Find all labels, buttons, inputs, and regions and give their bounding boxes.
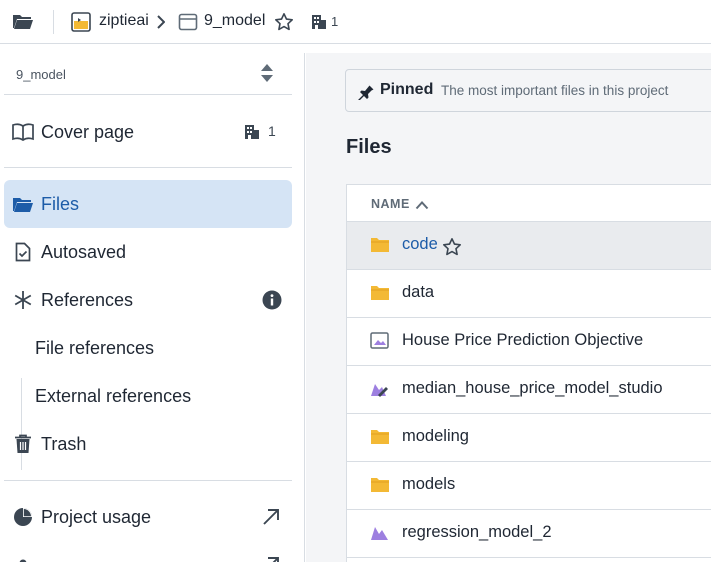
sort-asc-icon[interactable]: [415, 197, 429, 215]
file-check-icon: [12, 242, 34, 262]
sidebar-item-files[interactable]: Files: [4, 180, 292, 228]
folder-icon: [370, 428, 392, 446]
sidebar-divider: [4, 480, 292, 481]
table-row[interactable]: House Price Prediction Objective: [347, 318, 711, 366]
trash-icon: [12, 434, 34, 454]
table-header: NAME: [347, 185, 711, 222]
sidebar-item-references[interactable]: References: [4, 276, 292, 324]
breadcrumb-project[interactable]: 9_model: [204, 12, 265, 30]
page-title: Files: [346, 136, 392, 158]
pinned-section[interactable]: Pinned The most important files in this …: [345, 69, 711, 112]
file-name[interactable]: modeling: [402, 427, 469, 446]
sidebar-item-label: Project usage: [41, 506, 152, 527]
table-row[interactable]: models: [347, 462, 711, 510]
sort-icon[interactable]: [260, 63, 274, 88]
folder-icon: [370, 236, 392, 254]
cover-page-count: 1: [268, 123, 276, 139]
spaces-icon[interactable]: [311, 14, 327, 30]
sidebar-item-external-references[interactable]: External references: [20, 372, 292, 420]
external-link-icon[interactable]: [262, 508, 280, 531]
sidebar: 9_model Cover page 1 Files Autosaved Ref…: [0, 53, 305, 562]
model-studio-icon: [370, 380, 392, 398]
table-row[interactable]: median_house_price_model_studio: [347, 366, 711, 414]
sidebar-item-file-references[interactable]: File references: [20, 324, 292, 372]
table-row[interactable]: regression_model_2: [347, 510, 711, 558]
topbar-divider: [53, 10, 54, 34]
spaces-count: 1: [331, 14, 339, 29]
pinned-title: Pinned: [380, 81, 434, 98]
workspace-icon: [71, 12, 91, 32]
sidebar-divider: [4, 167, 292, 168]
pinned-description: The most important files in this project: [441, 83, 669, 98]
sidebar-item-trash[interactable]: Trash: [4, 420, 292, 468]
file-name[interactable]: code: [402, 235, 438, 254]
folder-open-icon: [12, 194, 34, 214]
main-panel: Pinned The most important files in this …: [306, 53, 711, 562]
sidebar-item-cover-page[interactable]: Cover page 1: [4, 108, 292, 156]
sidebar-item-project-usage[interactable]: Project usage: [4, 493, 292, 541]
chevron-right-icon: [157, 15, 165, 29]
breadcrumb-workspace[interactable]: ziptieai: [99, 12, 149, 30]
external-link-icon[interactable]: [262, 556, 280, 562]
file-name[interactable]: data: [402, 283, 434, 302]
pie-chart-icon: [12, 507, 34, 527]
asterisk-icon: [12, 290, 34, 310]
sidebar-item-label: References: [41, 289, 134, 310]
folder-icon: [370, 476, 392, 494]
files-table: NAME code data House Price Prediction Ob…: [346, 184, 711, 562]
folder-icon: [370, 284, 392, 302]
sidebar-item-label: Cover page: [41, 121, 135, 142]
info-icon[interactable]: [262, 290, 282, 315]
table-row[interactable]: modeling: [347, 414, 711, 462]
model-icon: [370, 524, 392, 542]
pin-icon: [357, 82, 375, 105]
star-icon[interactable]: [442, 237, 462, 262]
file-name[interactable]: median_house_price_model_studio: [402, 379, 663, 398]
file-name[interactable]: regression_model_2: [402, 523, 552, 542]
column-header-name[interactable]: NAME: [371, 197, 410, 211]
sidebar-item-label: File references: [35, 337, 155, 358]
file-name[interactable]: House Price Prediction Objective: [402, 331, 643, 350]
top-bar: ziptieai 9_model 1: [0, 0, 711, 44]
file-name[interactable]: models: [402, 475, 455, 494]
sidebar-project-name: 9_model: [16, 67, 66, 82]
sidebar-item-label: Trash: [41, 433, 87, 454]
folder-open-icon[interactable]: [12, 12, 34, 30]
sidebar-divider: [4, 94, 292, 95]
table-row[interactable]: data: [347, 270, 711, 318]
sidebar-item-partial[interactable]: [4, 541, 292, 562]
star-icon[interactable]: [274, 12, 294, 32]
spaces-icon: [244, 124, 260, 145]
project-icon: [178, 12, 198, 32]
sidebar-item-autosaved[interactable]: Autosaved: [4, 228, 292, 276]
table-row[interactable]: code: [347, 222, 711, 270]
people-icon: [12, 555, 34, 562]
image-icon: [370, 332, 392, 350]
sidebar-item-label: Files: [41, 193, 80, 214]
sidebar-item-label: Autosaved: [41, 241, 127, 262]
book-open-icon: [12, 122, 34, 142]
sidebar-item-label: External references: [35, 385, 192, 406]
